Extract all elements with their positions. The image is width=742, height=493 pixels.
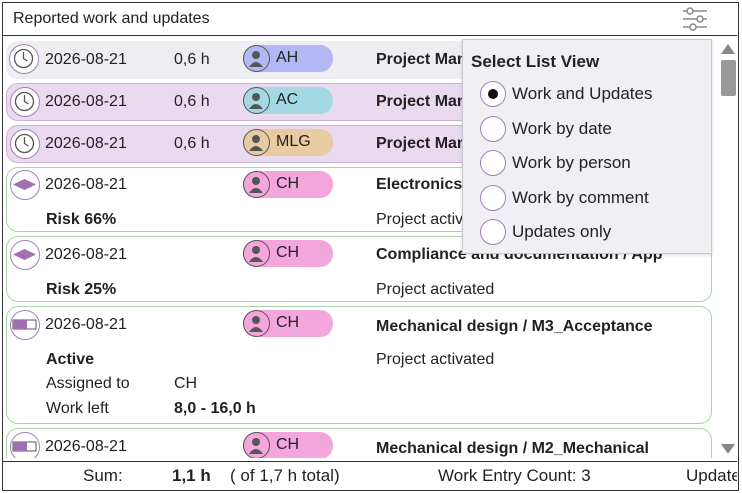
entry-title: Mechanical design / M3_Acceptance <box>376 318 653 335</box>
radio-selected-dot <box>488 89 498 99</box>
radio-button[interactable] <box>480 219 506 245</box>
entry-title: Mechanical design / M2_Mechanical <box>376 440 649 457</box>
assigned-label: Assigned to <box>46 375 130 392</box>
clock-icon <box>10 129 40 159</box>
person-pill: CH <box>243 310 333 337</box>
option-label[interactable]: Work by date <box>512 119 612 139</box>
avatar <box>243 171 270 198</box>
panel-header: Reported work and updates <box>3 3 737 36</box>
scroll-thumb[interactable] <box>721 60 736 96</box>
entry-date: 2026-08-21 <box>45 176 127 193</box>
assigned-value: CH <box>174 375 198 392</box>
entry-date: 2026-08-21 <box>45 51 127 68</box>
filter-sliders-icon[interactable] <box>681 6 709 32</box>
activity-bar-icon <box>10 432 40 458</box>
person-pill: CH <box>243 171 333 198</box>
person-initials: AH <box>276 49 299 66</box>
avatar <box>243 310 270 337</box>
entry-date: 2026-08-21 <box>45 246 127 263</box>
work-left-label: Work left <box>46 400 109 417</box>
person-pill: MLG <box>243 129 333 156</box>
radio-button[interactable] <box>480 150 506 176</box>
person-initials: CH <box>276 175 300 192</box>
updates-count: Update <box>686 466 737 485</box>
update-entry-row[interactable]: 2026-08-21 CH Mechanical design / M3_Acc… <box>6 306 712 424</box>
scroll-up-arrow-icon[interactable] <box>721 44 735 54</box>
clock-icon <box>10 87 40 117</box>
summary-footer: Sum: 1,1 h ( of 1,7 h total) Work Entry … <box>3 461 737 489</box>
sum-label: Sum: <box>83 466 123 485</box>
person-initials: CH <box>276 436 300 453</box>
radio-button[interactable] <box>480 81 506 107</box>
view-option-updates-only[interactable]: Updates only <box>480 219 705 247</box>
option-label[interactable]: Work and Updates <box>512 84 652 104</box>
person-initials: CH <box>276 244 300 261</box>
update-entry-row[interactable]: 2026-08-21 CH Mechanical design / M2_Mec… <box>6 428 712 458</box>
entry-hours: 0,6 h <box>174 93 210 110</box>
entry-date: 2026-08-21 <box>45 438 127 455</box>
radio-button[interactable] <box>480 185 506 211</box>
avatar <box>243 87 270 114</box>
entry-date: 2026-08-21 <box>45 93 127 110</box>
person-pill: CH <box>243 432 333 458</box>
entry-date: 2026-08-21 <box>45 316 127 333</box>
person-initials: AC <box>276 91 299 108</box>
view-option-work-by-person[interactable]: Work by person <box>480 150 705 178</box>
sum-total: ( of 1,7 h total) <box>230 466 340 485</box>
entry-title: Electronics <box>376 176 463 193</box>
sum-value: 1,1 h <box>172 466 211 485</box>
person-initials: MLG <box>276 133 311 150</box>
entry-status: Active <box>46 351 95 368</box>
popup-title: Select List View <box>471 52 600 71</box>
view-option-work-by-date[interactable]: Work by date <box>480 116 705 144</box>
clock-icon <box>9 44 39 74</box>
work-left-value: 8,0 - 16,0 h <box>174 400 256 417</box>
view-option-work-and-updates[interactable]: Work and Updates <box>480 81 705 109</box>
option-label[interactable]: Work by person <box>512 153 631 173</box>
entry-comment: Project activated <box>376 351 495 368</box>
diamond-icon <box>10 170 40 200</box>
person-pill: AH <box>243 45 333 72</box>
person-initials: CH <box>276 314 300 331</box>
view-option-work-by-comment[interactable]: Work by comment <box>480 185 705 213</box>
entry-hours: 0,6 h <box>174 135 210 152</box>
work-entry-count: Work Entry Count: 3 <box>438 466 591 485</box>
person-pill: CH <box>243 240 333 267</box>
avatar <box>243 129 270 156</box>
activity-bar-icon <box>10 310 40 340</box>
radio-button[interactable] <box>480 116 506 142</box>
avatar <box>243 432 270 458</box>
entry-hours: 0,6 h <box>174 51 210 68</box>
person-pill: AC <box>243 87 333 114</box>
scroll-down-arrow-icon[interactable] <box>721 444 735 454</box>
entry-status: Risk 66% <box>46 211 117 228</box>
avatar <box>243 240 270 267</box>
avatar <box>243 45 270 72</box>
option-label[interactable]: Updates only <box>512 222 611 242</box>
entry-comment: Project activated <box>376 281 495 298</box>
diamond-icon <box>10 240 40 270</box>
vertical-scrollbar[interactable] <box>717 40 741 460</box>
panel-title: Reported work and updates <box>13 10 210 27</box>
entry-status: Risk 25% <box>46 281 117 298</box>
entry-date: 2026-08-21 <box>45 135 127 152</box>
list-view-popup: Select List View Work and Updates Work b… <box>462 39 712 254</box>
option-label[interactable]: Work by comment <box>512 188 649 208</box>
